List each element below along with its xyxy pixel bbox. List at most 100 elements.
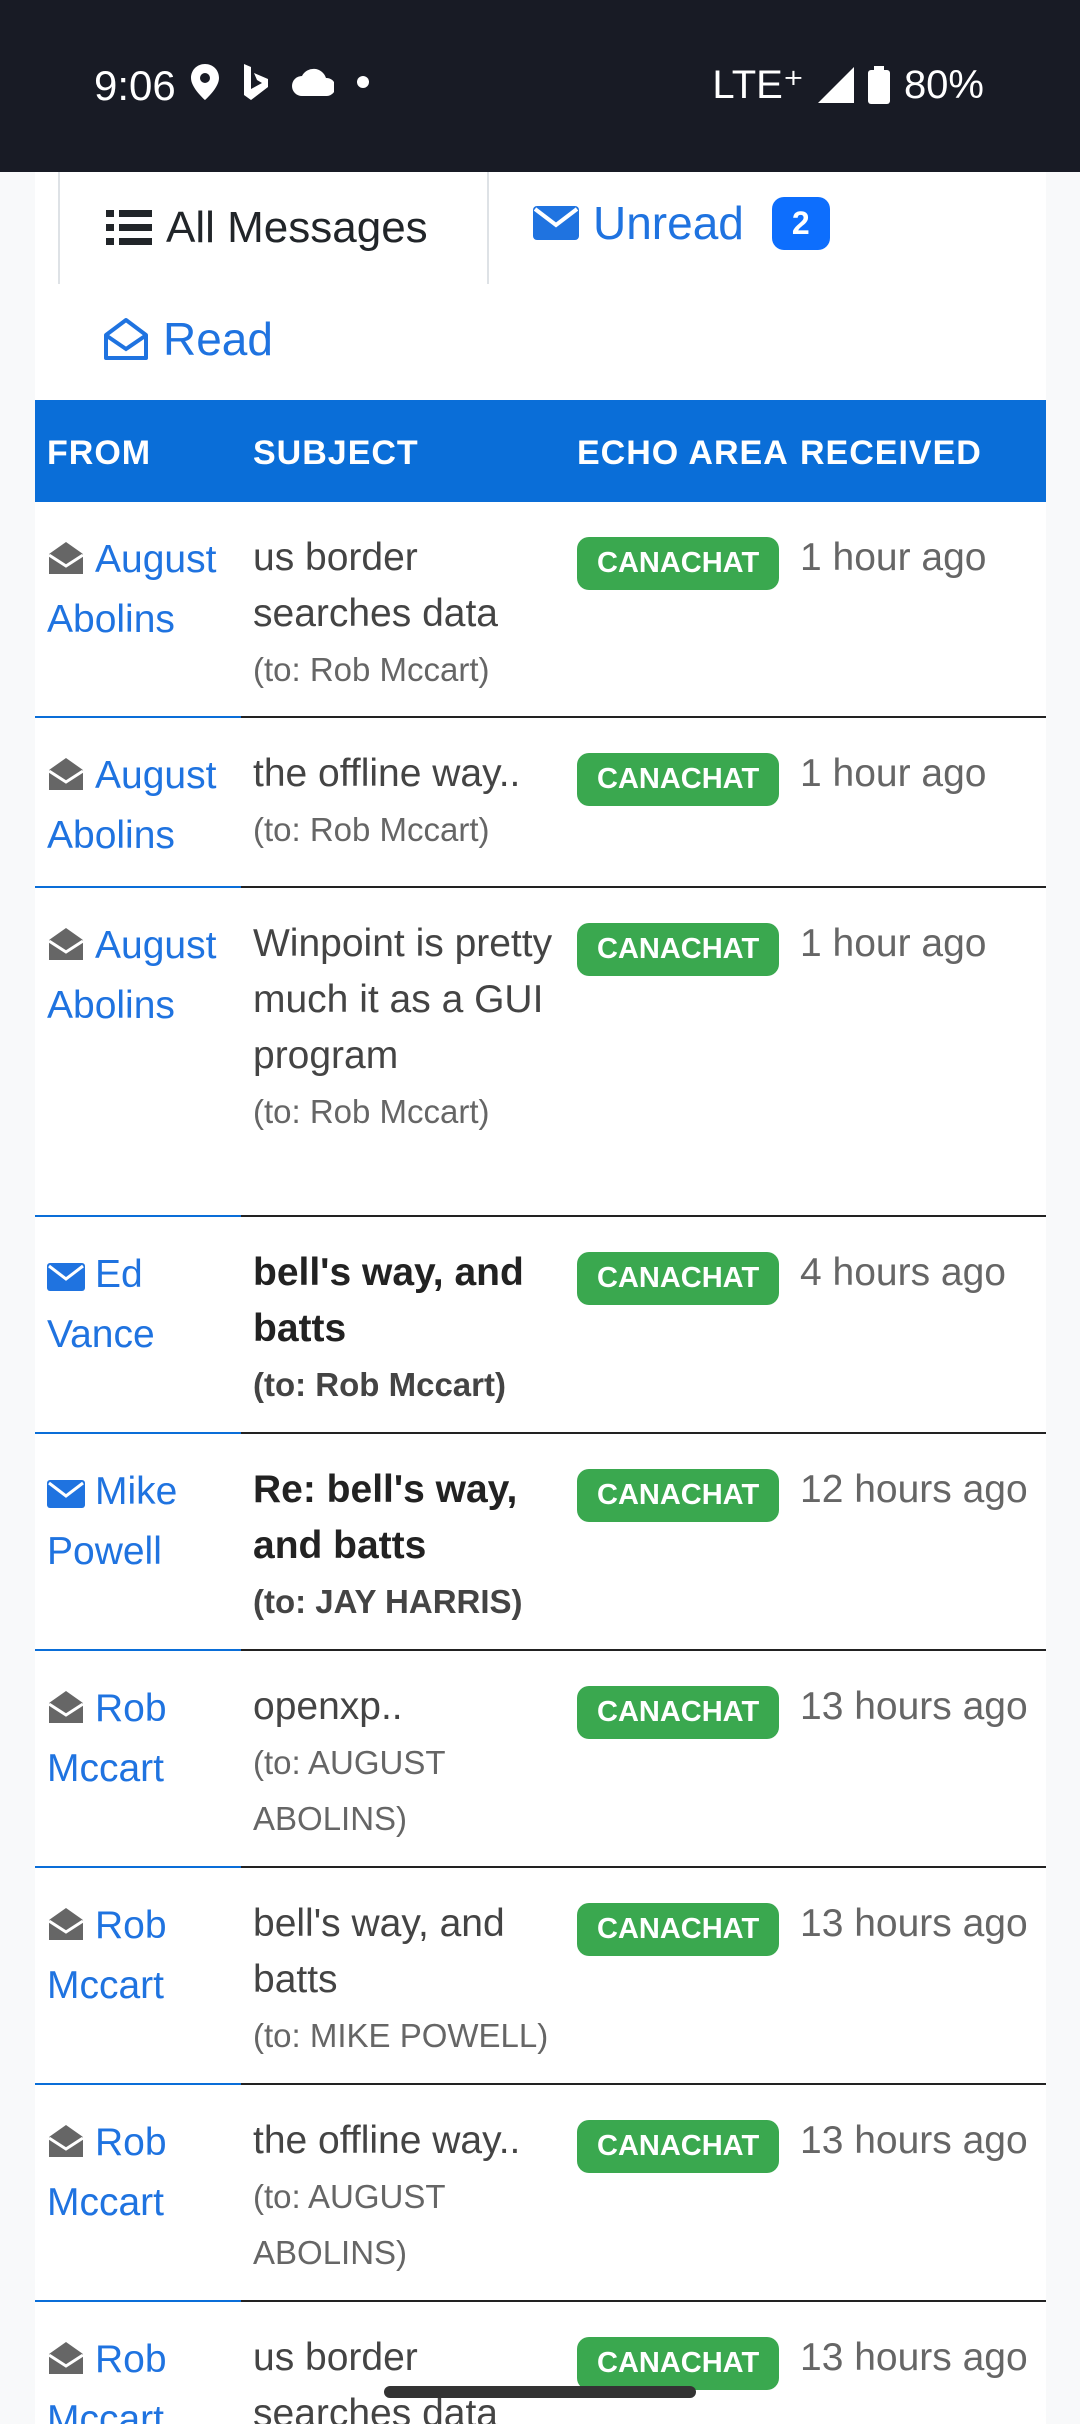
table-row[interactable]: Ed Vance bell's way, and batts (to: Rob Mc… [35, 1217, 1046, 1434]
recipient-text: (to: Rob Mccart) [253, 811, 490, 848]
envelope-open-icon [48, 2125, 84, 2157]
sender-link[interactable]: Rob Mccart [47, 2330, 237, 2424]
subject-cell[interactable]: bell's way, and batts (to: Rob Mccart) [253, 1245, 573, 1413]
envelope-icon [47, 1480, 85, 1508]
sender-link[interactable]: August Abolins [47, 746, 237, 866]
cloud-icon [292, 68, 334, 96]
col-subject[interactable]: SUBJECT [253, 434, 419, 473]
subject-text[interactable]: bell's way, and batts [253, 1245, 573, 1357]
bing-icon [244, 64, 268, 100]
subject-text[interactable]: the offline way.. [253, 2113, 573, 2169]
recipient-text: (to: Rob Mccart) [253, 1093, 490, 1130]
subject-cell[interactable]: bell's way, and batts (to: MIKE POWELL) [253, 1896, 573, 2064]
subject-cell[interactable]: Re: bell's way, and batts (to: JAY HARRIS… [253, 1462, 573, 1630]
recipient-text: (to: AUGUST ABOLINS) [253, 1744, 445, 1837]
subject-text[interactable]: Re: bell's way, and batts [253, 1462, 573, 1574]
sender-link[interactable]: Rob Mccart [47, 2113, 237, 2233]
col-received[interactable]: RECEIVED [800, 434, 982, 473]
subject-text[interactable]: the offline way.. [253, 746, 573, 802]
subject-cell[interactable]: the offline way.. (to: AUGUST ABOLINS) [253, 2113, 573, 2281]
received-time: 13 hours ago [800, 2119, 1028, 2162]
unread-count-badge: 2 [771, 196, 830, 250]
signal-icon [817, 67, 854, 103]
echo-area-badge[interactable]: CANACHAT [577, 1686, 780, 1739]
battery-icon [867, 66, 890, 104]
home-indicator[interactable] [384, 2386, 696, 2398]
received-time: 13 hours ago [800, 1685, 1028, 1728]
received-time: 4 hours ago [800, 1251, 1006, 1294]
recipient-text: (to: JAY HARRIS) [253, 1583, 523, 1620]
list-icon [106, 210, 152, 245]
envelope-open-icon [48, 758, 84, 790]
table-row[interactable]: August Abolins the offline way.. (to: Rob … [35, 718, 1046, 888]
tab-unread-label: Unread [593, 197, 744, 249]
envelope-open-icon [104, 318, 148, 360]
table-row[interactable]: Rob Mccart the offline way.. (to: AUGUST A… [35, 2085, 1046, 2302]
network-type: LTE⁺ [712, 63, 804, 107]
envelope-open-icon [48, 542, 84, 574]
sender-link[interactable]: Ed Vance [47, 1245, 237, 1365]
received-time: 1 hour ago [800, 536, 987, 579]
sender-link[interactable]: August Abolins [47, 916, 237, 1036]
received-time: 1 hour ago [800, 752, 987, 795]
received-time: 1 hour ago [800, 922, 987, 965]
echo-area-badge[interactable]: CANACHAT [577, 753, 780, 806]
envelope-open-icon [48, 928, 84, 960]
received-time: 13 hours ago [800, 2336, 1028, 2379]
subject-cell[interactable]: openxp.. (to: AUGUST ABOLINS) [253, 1679, 573, 1847]
col-echo-area[interactable]: ECHO AREA [577, 434, 789, 473]
envelope-icon [533, 206, 579, 240]
envelope-icon [47, 1263, 85, 1291]
table-row[interactable]: Mike Powell Re: bell's way, and batts (to:… [35, 1434, 1046, 1651]
subject-text[interactable]: us border searches data [253, 530, 573, 642]
tab-read-label: Read [163, 313, 273, 365]
messages-card: All Messages Unread 2 Read FROM SUBJECT … [35, 172, 1046, 2424]
table-header: FROM SUBJECT ECHO AREA RECEIVED [35, 400, 1046, 502]
table-row[interactable]: Rob Mccart openxp.. (to: AUGUST ABOLINS) CA… [35, 1651, 1046, 1868]
subject-text[interactable]: openxp.. [253, 1679, 573, 1735]
tab-all-label: All Messages [166, 203, 428, 252]
subject-text[interactable]: Winpoint is pretty much it as a GUI prog… [253, 916, 573, 1084]
recipient-text: (to: Rob Mccart) [253, 651, 490, 688]
col-from[interactable]: FROM [47, 434, 151, 473]
sender-link[interactable]: Rob Mccart [47, 1679, 237, 1799]
tab-all-messages[interactable]: All Messages [58, 172, 489, 284]
echo-area-badge[interactable]: CANACHAT [577, 1469, 780, 1522]
status-bar: 9:06 LTE⁺ 80% [0, 0, 1080, 172]
recipient-text: (to: AUGUST ABOLINS) [253, 2178, 445, 2271]
echo-area-badge[interactable]: CANACHAT [577, 1252, 780, 1305]
location-icon [191, 64, 219, 100]
envelope-open-icon [48, 1691, 84, 1723]
subject-text[interactable]: bell's way, and batts [253, 1896, 573, 2008]
received-time: 12 hours ago [800, 1468, 1028, 1511]
envelope-open-icon [48, 1908, 84, 1940]
received-time: 13 hours ago [800, 1902, 1028, 1945]
subject-cell[interactable]: us border searches data (to: Rob Mccart) [253, 530, 573, 698]
recipient-text: (to: Rob Mccart) [253, 1366, 506, 1403]
sender-link[interactable]: August Abolins [47, 530, 237, 650]
status-right: LTE⁺ 80% [712, 62, 984, 108]
echo-area-badge[interactable]: CANACHAT [577, 2120, 780, 2173]
subject-cell[interactable]: the offline way.. (to: Rob Mccart) [253, 746, 573, 858]
subject-cell[interactable]: Winpoint is pretty much it as a GUI prog… [253, 916, 573, 1140]
tab-read[interactable]: Read [103, 312, 273, 366]
echo-area-badge[interactable]: CANACHAT [577, 923, 780, 976]
recipient-text: (to: MIKE POWELL) [253, 2017, 549, 2054]
table-row[interactable]: Rob Mccart bell's way, and batts (to: MIKE… [35, 1868, 1046, 2085]
subject-text[interactable]: us border searches data [253, 2330, 573, 2424]
table-row[interactable]: August Abolins Winpoint is pretty much it… [35, 888, 1046, 1217]
table-row[interactable]: August Abolins us border searches data (to… [35, 502, 1046, 718]
table-row[interactable]: Rob Mccart us border searches data CANACHA… [35, 2302, 1046, 2424]
echo-area-badge[interactable]: CANACHAT [577, 2337, 780, 2390]
dot-icon [357, 76, 369, 88]
echo-area-badge[interactable]: CANACHAT [577, 537, 780, 590]
status-notification-icons [190, 64, 370, 100]
battery-percent: 80% [903, 62, 984, 107]
status-time: 9:06 [94, 62, 176, 109]
sender-link[interactable]: Rob Mccart [47, 1896, 237, 2016]
subject-cell[interactable]: us border searches data [253, 2330, 573, 2424]
envelope-open-icon [48, 2342, 84, 2374]
echo-area-badge[interactable]: CANACHAT [577, 1903, 780, 1956]
sender-link[interactable]: Mike Powell [47, 1462, 237, 1582]
tab-unread[interactable]: Unread 2 [533, 196, 830, 250]
